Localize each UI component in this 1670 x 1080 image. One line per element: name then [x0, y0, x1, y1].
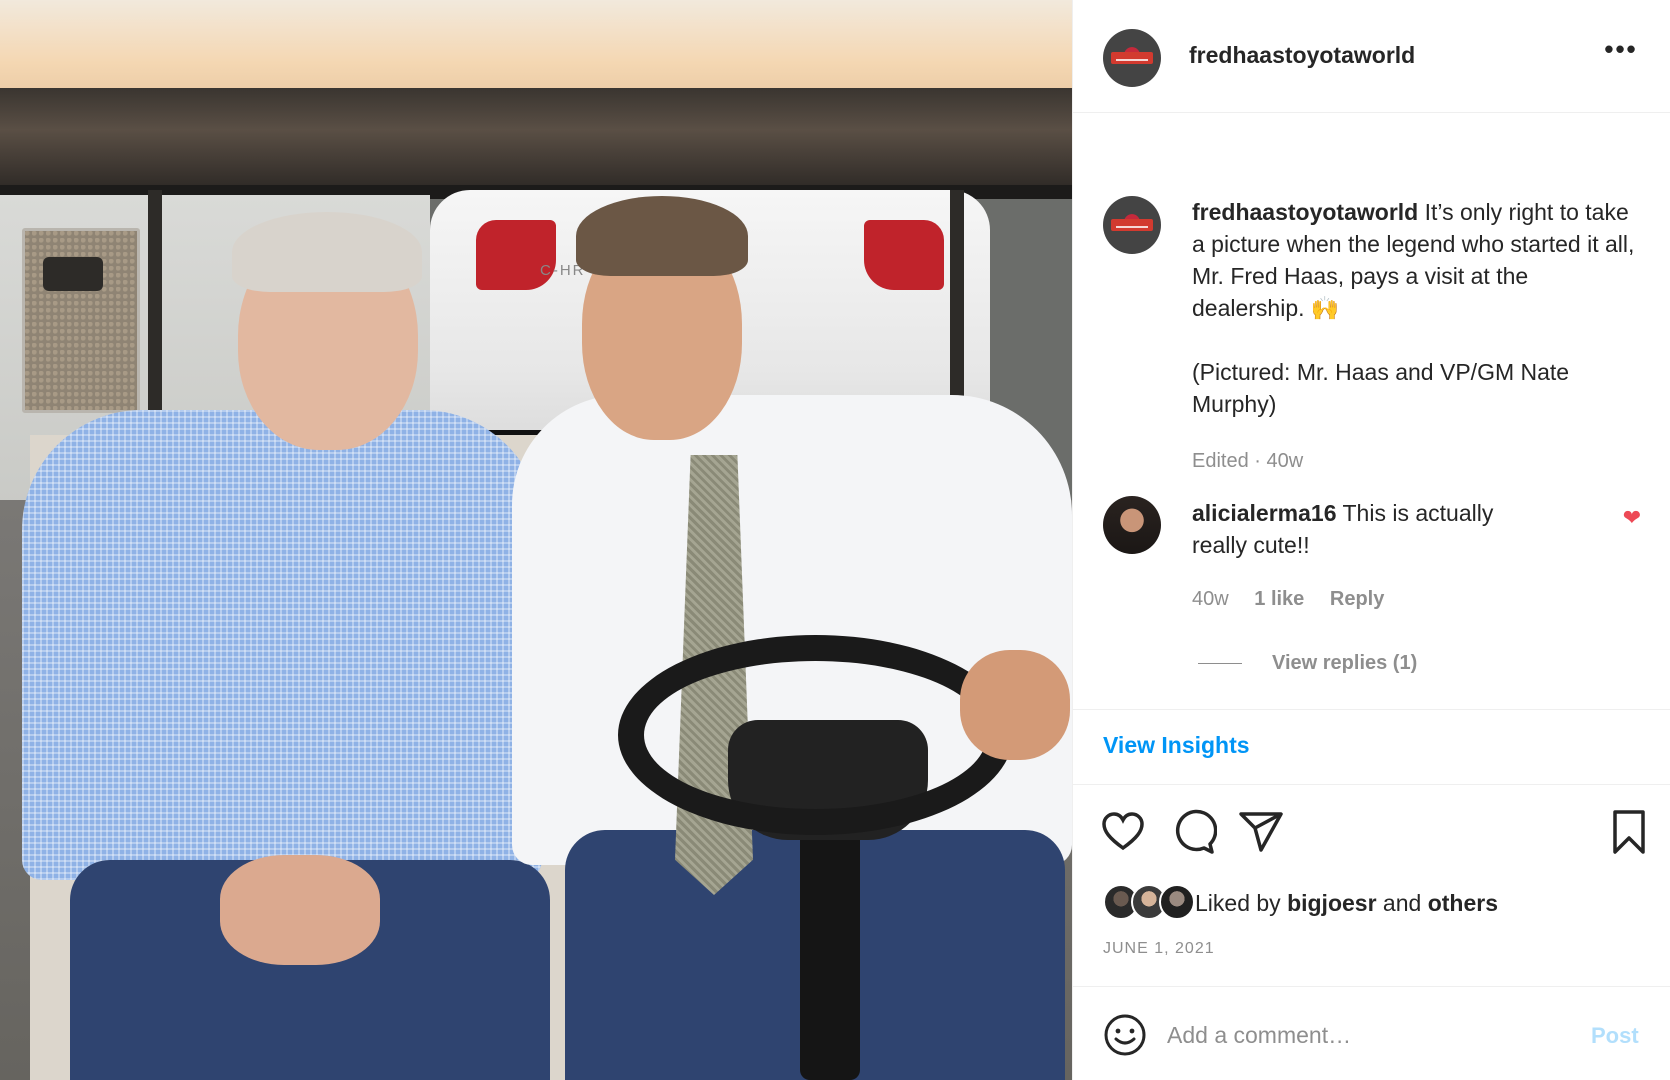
- post-actions: Liked by bigjoesr and others JUNE 1, 202…: [1073, 786, 1670, 986]
- add-comment-input[interactable]: [1167, 1011, 1537, 1059]
- emoji-icon[interactable]: [1103, 1013, 1147, 1057]
- comment-likes-count[interactable]: 1 like: [1254, 588, 1304, 610]
- profile-avatar[interactable]: [1103, 29, 1161, 87]
- add-comment-bar: Post: [1073, 986, 1670, 1080]
- comment-meta: 40w 1 like Reply: [1192, 588, 1404, 611]
- view-replies-button[interactable]: View replies (1): [1192, 652, 1417, 675]
- post-side-panel: fredhaastoyotaworld ••• fredhaastoyotawo…: [1072, 0, 1670, 1080]
- post-date: JUNE 1, 2021: [1103, 940, 1215, 957]
- post-photo[interactable]: C-HR: [0, 0, 1072, 1080]
- caption-avatar[interactable]: [1103, 196, 1161, 254]
- view-insights-link[interactable]: View Insights: [1103, 732, 1250, 759]
- comments-list[interactable]: fredhaastoyotaworld It’s only right to t…: [1073, 114, 1670, 710]
- commenter-avatar[interactable]: [1103, 496, 1161, 554]
- heart-icon[interactable]: [1099, 808, 1147, 856]
- bookmark-icon[interactable]: [1605, 808, 1653, 856]
- liked-by-prefix: Liked by: [1195, 890, 1281, 916]
- comment-reply-button[interactable]: Reply: [1330, 588, 1384, 610]
- caption-text-pictured: (Pictured: Mr. Haas and VP/GM Nate Murph…: [1192, 359, 1570, 417]
- comment-icon[interactable]: [1169, 808, 1217, 856]
- liker-avatar-3: [1159, 884, 1195, 920]
- share-icon[interactable]: [1237, 808, 1285, 856]
- insights-row: View Insights: [1073, 710, 1670, 785]
- replies-divider: [1198, 663, 1242, 665]
- more-options-icon[interactable]: •••: [1601, 36, 1641, 70]
- view-replies-label: View replies (1): [1272, 652, 1418, 674]
- post-comment-button[interactable]: Post: [1591, 1023, 1639, 1049]
- liked-by-row[interactable]: Liked by bigjoesr and others: [1103, 884, 1663, 924]
- post-header: fredhaastoyotaworld •••: [1073, 0, 1670, 113]
- liked-by-others[interactable]: others: [1428, 890, 1498, 916]
- liked-by-and: and: [1382, 890, 1422, 916]
- comment-username[interactable]: alicialerma16: [1192, 500, 1337, 526]
- comment-like-heart-icon[interactable]: ❤: [1619, 506, 1645, 530]
- caption-username[interactable]: fredhaastoyotaworld: [1192, 199, 1418, 225]
- comment-age: 40w: [1192, 588, 1229, 610]
- liked-by-user[interactable]: bigjoesr: [1287, 890, 1376, 916]
- post-username[interactable]: fredhaastoyotaworld: [1189, 42, 1415, 69]
- caption-meta: Edited · 40w: [1192, 450, 1304, 472]
